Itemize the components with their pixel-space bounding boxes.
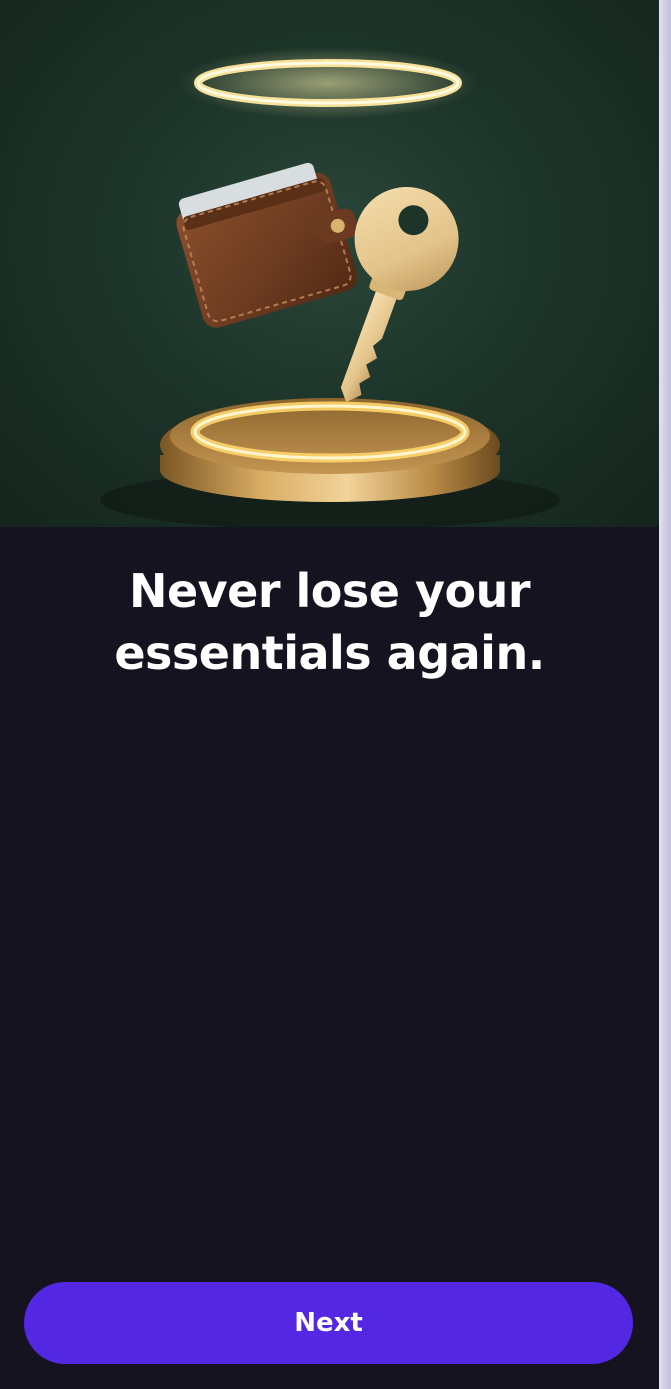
hero-illustration: [0, 0, 659, 527]
onboarding-headline: Never lose your essentials again.: [114, 564, 545, 680]
next-button[interactable]: Next: [24, 1282, 633, 1364]
wallet-icon: [176, 162, 358, 328]
scrollbar-track[interactable]: [659, 0, 671, 1389]
halo-icon: [178, 47, 478, 119]
onboarding-screen: Never lose your essentials again. Next: [0, 0, 659, 1389]
wallet-key-illustration: [100, 47, 560, 527]
pedestal-icon: [100, 398, 560, 527]
